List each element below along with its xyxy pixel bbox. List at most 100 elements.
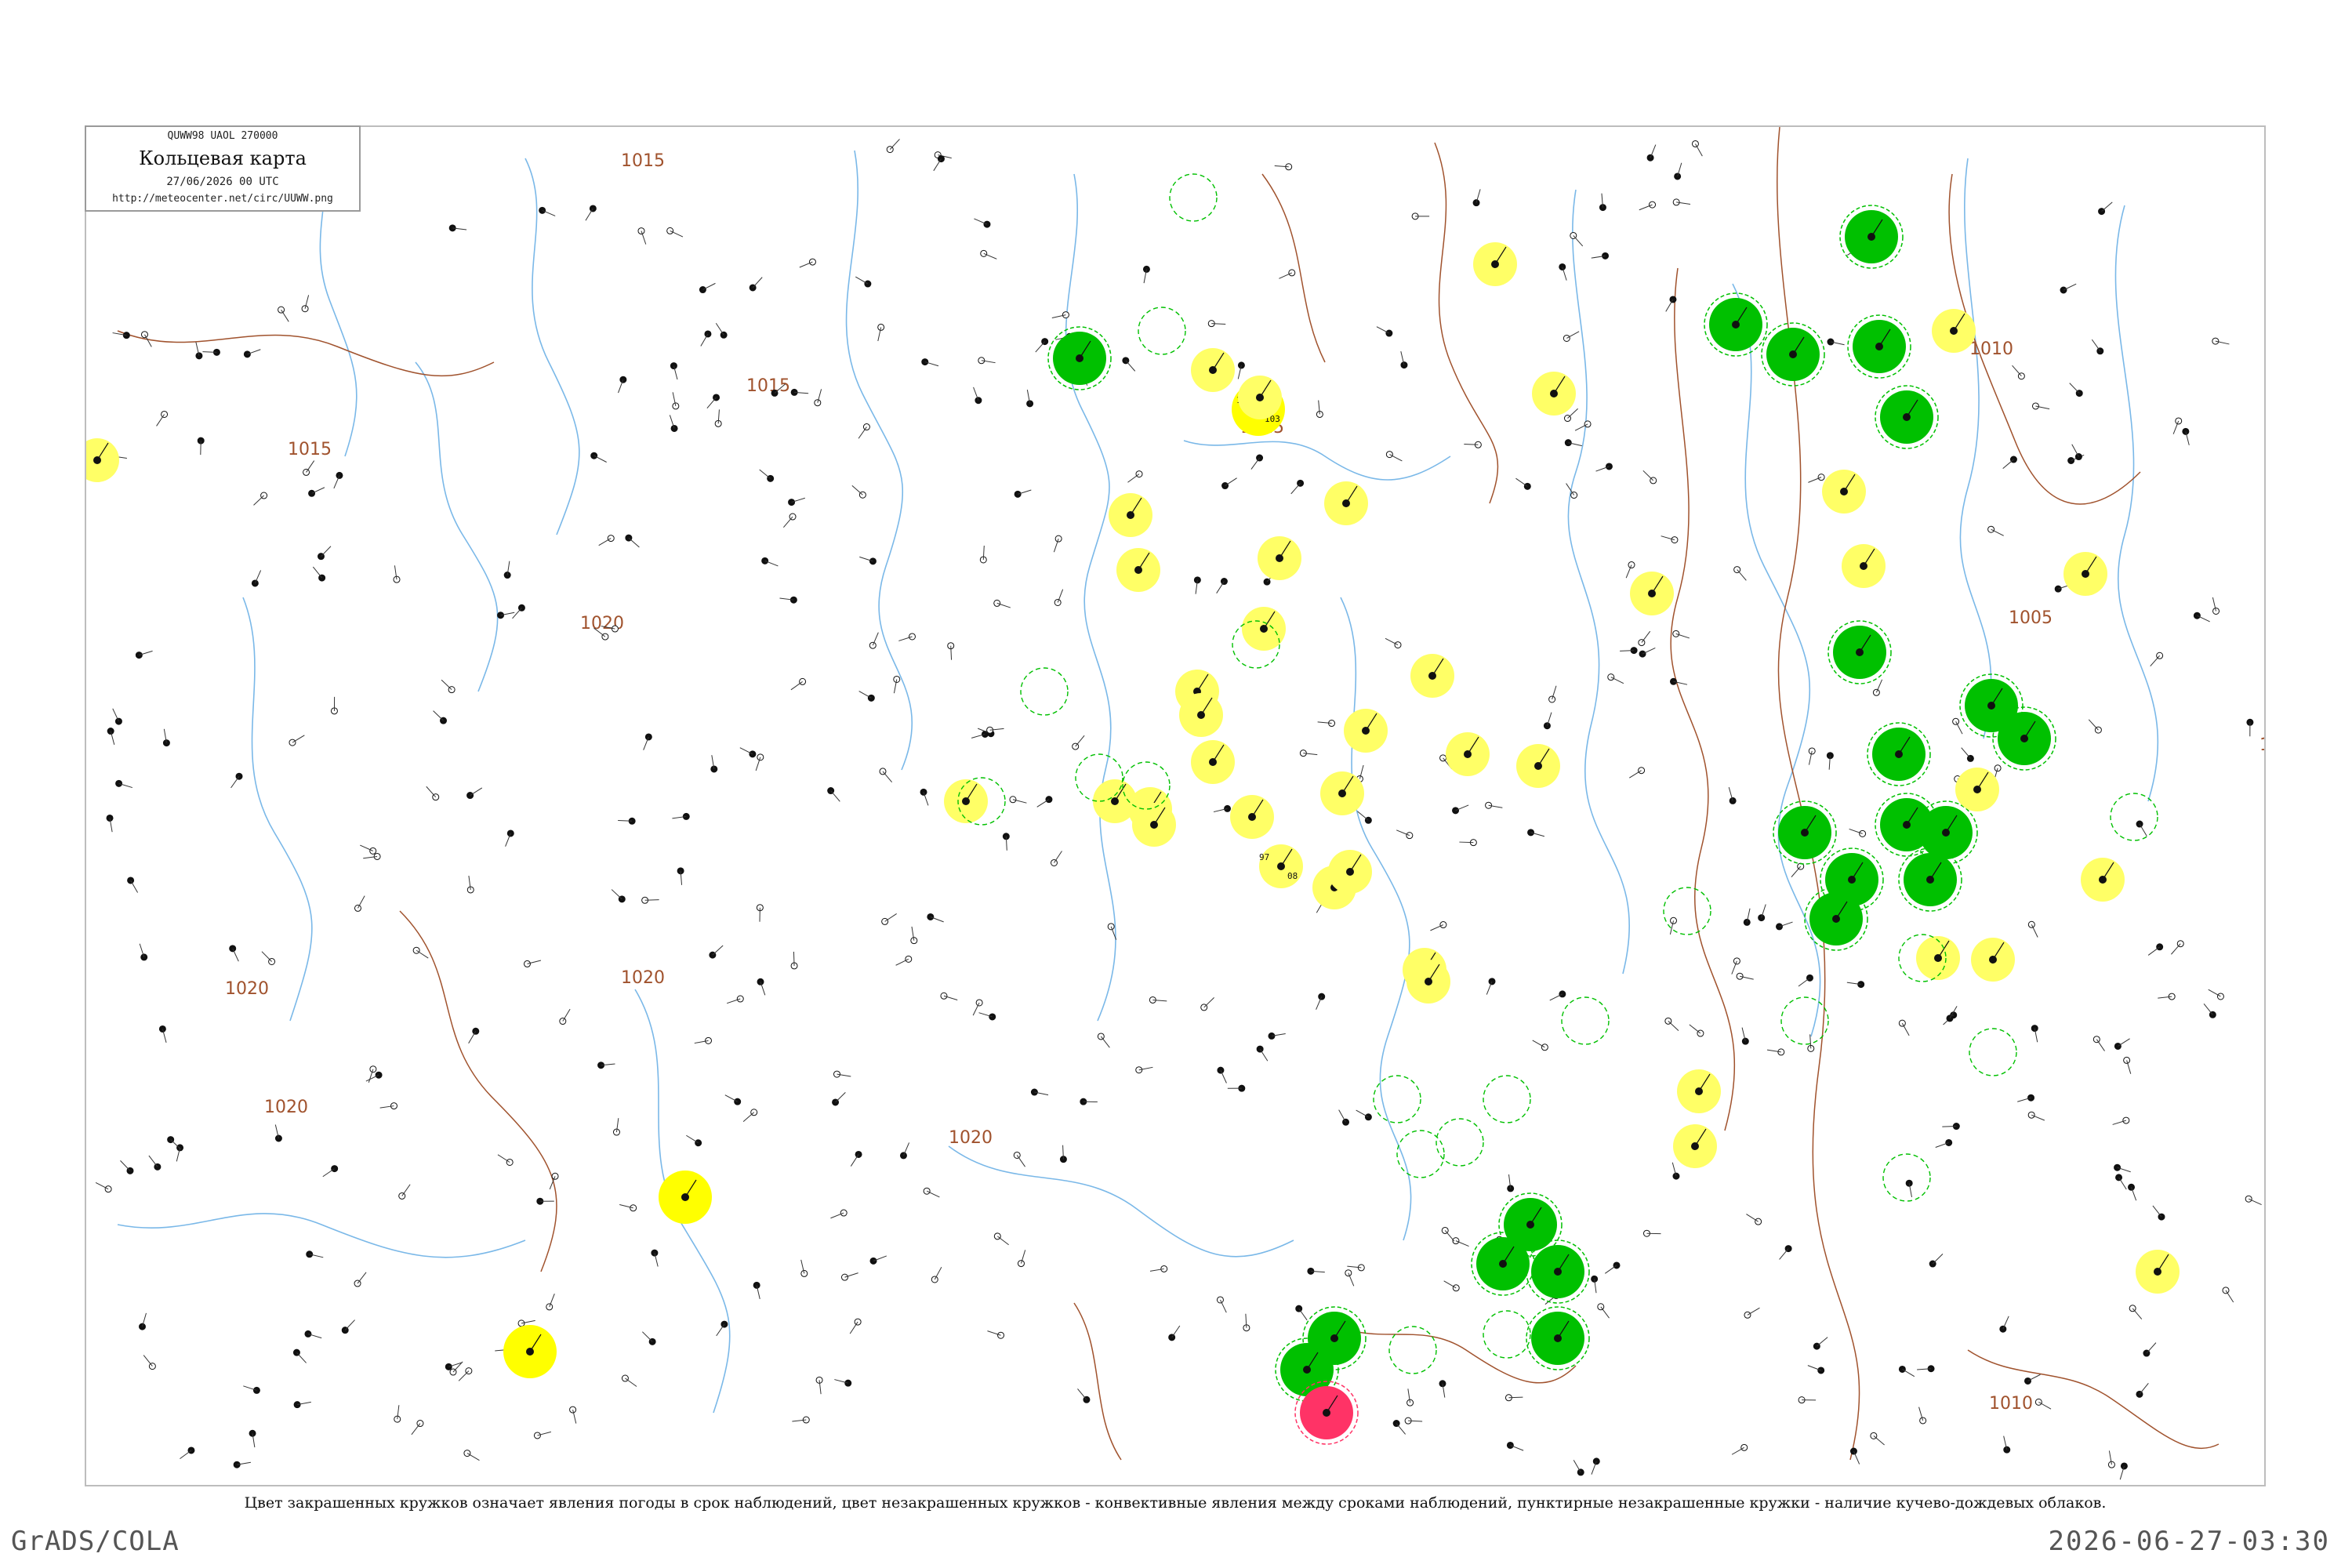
station-plot — [341, 1319, 355, 1334]
wind-barb — [470, 787, 483, 796]
station-plot — [1607, 673, 1624, 684]
wind-barb — [1955, 721, 1963, 735]
station-plot — [910, 926, 918, 945]
wind-barb — [1695, 143, 1703, 157]
wind-barb — [926, 1190, 940, 1198]
station-plot — [799, 258, 816, 268]
isobar-label-12: 1010 — [1989, 1394, 2033, 1414]
station-dot — [1527, 829, 1535, 837]
station-plot — [1193, 576, 1201, 594]
station-plot — [1929, 1254, 1944, 1268]
wind-barb — [452, 1361, 463, 1373]
wind-barb — [1508, 1396, 1523, 1399]
station-plot — [1807, 1034, 1815, 1052]
station-plot — [1898, 1365, 1915, 1377]
wind-barb — [1605, 1265, 1617, 1274]
station-plot — [393, 565, 401, 583]
station-plot — [1279, 269, 1296, 279]
map-date: 27/06/2026 00 UTC — [166, 176, 279, 188]
weather-marker-yellow — [86, 438, 119, 482]
wind-barb — [1100, 1036, 1110, 1048]
station-plot — [127, 877, 139, 893]
wind-barb — [416, 949, 429, 959]
station-plot — [706, 394, 720, 409]
wind-barb — [1036, 799, 1050, 808]
station-plot — [895, 955, 913, 966]
station-plot — [840, 1272, 858, 1281]
wind-barb — [357, 1272, 367, 1284]
station-plot — [1776, 921, 1793, 931]
wind-barb — [1035, 341, 1046, 353]
station-plot — [973, 387, 982, 405]
map-title: Кольцевая карта — [139, 147, 307, 169]
station-plot — [292, 1348, 307, 1363]
isobar-label-7: 1020 — [949, 1128, 993, 1148]
wind-barb — [686, 1134, 699, 1144]
station-plot — [1549, 990, 1566, 1001]
wind-barb — [497, 1154, 510, 1163]
river-2 — [845, 150, 913, 771]
station-plot — [1030, 1088, 1049, 1096]
wind-barb — [716, 1323, 725, 1337]
wind-barb — [1376, 326, 1390, 334]
station-plot — [1307, 1267, 1325, 1275]
station-plot — [139, 943, 148, 961]
station-plot — [1807, 1365, 1825, 1374]
station-plot — [2069, 383, 2083, 397]
station-dot — [369, 847, 377, 855]
station-plot — [1961, 747, 1974, 762]
station-plot — [619, 1204, 637, 1212]
station-plot — [333, 471, 343, 489]
station-plot — [2193, 612, 2210, 622]
wind-barb — [706, 397, 717, 409]
station-dot — [1646, 154, 1654, 162]
station-plot — [354, 1272, 367, 1287]
station-plot — [669, 415, 678, 432]
wind-barb — [851, 485, 863, 495]
wind-barb — [1127, 474, 1140, 483]
station-dot — [2060, 286, 2067, 294]
map-url[interactable]: http://meteocenter.net/circ/UUWW.png — [86, 193, 359, 205]
wind-barb — [1549, 993, 1563, 1001]
station-plot — [759, 469, 775, 482]
station-dot — [1743, 918, 1751, 926]
isobar-label-3: 1015 — [288, 440, 332, 459]
wind-barb — [426, 786, 437, 798]
isobar-label-1: 1015 — [746, 376, 790, 396]
wind-barb — [972, 1002, 980, 1016]
station-plot — [1485, 801, 1503, 809]
isobar-label-8: 1020 — [264, 1098, 308, 1117]
wind-barb — [1932, 1254, 1944, 1265]
station-dot — [975, 397, 982, 405]
station-plot — [1671, 1162, 1680, 1180]
wind-barb — [830, 790, 840, 802]
station-plot — [2002, 456, 2017, 470]
wind-barb — [1290, 482, 1301, 495]
station-plot — [138, 1312, 147, 1330]
station-plot — [2136, 820, 2147, 837]
wind-barb — [321, 546, 332, 557]
wind-barb — [1203, 996, 1214, 1008]
wind-barb — [1573, 1460, 1581, 1473]
station-plot — [1013, 1151, 1025, 1167]
station-plot — [466, 787, 483, 800]
station-plot — [1639, 647, 1656, 658]
wind-barb — [855, 276, 869, 285]
wind-barb — [2101, 201, 2113, 212]
cb-cloud-ring — [1436, 1118, 1484, 1167]
station-dot — [840, 1209, 848, 1217]
station-plot — [1385, 451, 1403, 462]
wind-barb — [1016, 1155, 1025, 1167]
station-plot — [1548, 685, 1557, 703]
wind-barb — [1220, 1299, 1227, 1313]
station-plot — [2245, 1195, 2262, 1205]
station-plot — [1268, 1032, 1286, 1040]
wind-barb — [1573, 235, 1584, 247]
wind-barb — [934, 1266, 942, 1280]
wind-barb — [232, 948, 239, 962]
wind-barb — [433, 710, 444, 721]
wind-barb — [458, 1370, 470, 1381]
station-plot — [899, 1142, 910, 1160]
station-plot — [1243, 1313, 1250, 1332]
station-plot — [1356, 1109, 1372, 1121]
